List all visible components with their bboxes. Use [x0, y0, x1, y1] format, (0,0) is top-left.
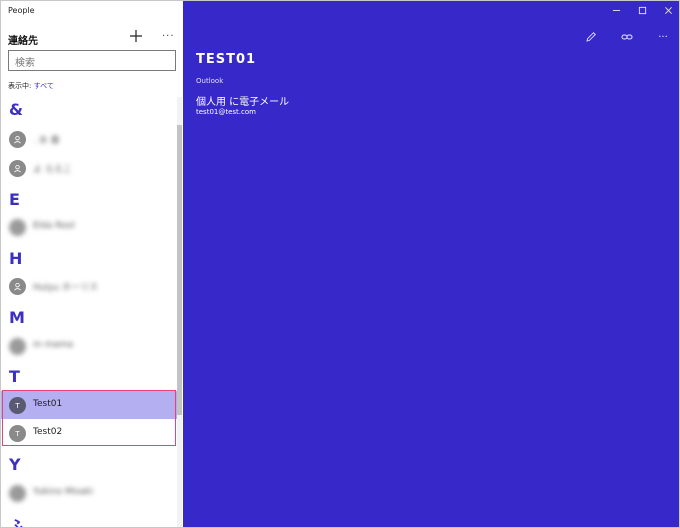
- close-icon[interactable]: [655, 1, 679, 19]
- group-letter-fu[interactable]: ふ: [9, 513, 25, 527]
- filter-link[interactable]: すべて: [34, 82, 54, 90]
- group-letter-m[interactable]: M: [9, 308, 25, 327]
- window-controls: [603, 1, 679, 19]
- contact-list: & . 水 春 よ らえこ E Elda Rool H Hulyu ホーリス M…: [1, 97, 177, 527]
- scrollbar-thumb[interactable]: [177, 125, 182, 415]
- avatar: [9, 338, 26, 355]
- list-item[interactable]: Elda Rool: [1, 213, 177, 241]
- person-icon: [9, 131, 26, 148]
- person-icon: [9, 278, 26, 295]
- scrollbar[interactable]: [177, 97, 182, 527]
- contact-name: Hulyu ホーリス: [33, 283, 98, 293]
- search-input[interactable]: [9, 54, 175, 73]
- maximize-icon[interactable]: [629, 1, 655, 19]
- contacts-pane: People 連絡先 ··· 表示中: すべて & . 水 春: [1, 1, 183, 527]
- people-window: People 連絡先 ··· 表示中: すべて & . 水 春: [0, 0, 680, 528]
- contact-name: Elda Rool: [33, 221, 75, 231]
- email-label: 個人用 に電子メール: [196, 97, 290, 108]
- list-item[interactable]: Yukino Misaki: [1, 479, 177, 507]
- group-letter-t[interactable]: T: [9, 367, 20, 386]
- selection-highlight-box: [2, 390, 176, 446]
- filter-row: 表示中: すべて: [8, 81, 54, 91]
- list-item[interactable]: Hulyu ホーリス: [1, 272, 177, 300]
- email-link[interactable]: test01@test.com: [196, 108, 256, 116]
- detail-toolbar: ···: [573, 29, 679, 45]
- pencil-icon[interactable]: [573, 29, 609, 45]
- group-letter-h[interactable]: H: [9, 249, 22, 268]
- contact-title: TEST01: [196, 52, 257, 67]
- filter-label: 表示中:: [8, 82, 34, 90]
- group-letter-e[interactable]: E: [9, 190, 20, 209]
- contact-detail-pane: ··· TEST01 Outlook 個人用 に電子メール test01@tes…: [183, 1, 679, 527]
- list-item[interactable]: . 水 春: [1, 125, 177, 153]
- contact-name: よ らえこ: [33, 165, 72, 175]
- group-letter-y[interactable]: Y: [9, 455, 21, 474]
- contact-name: . 水 春: [33, 136, 60, 146]
- app-title: People: [8, 6, 35, 15]
- group-letter-amp[interactable]: &: [9, 100, 23, 119]
- avatar: [9, 219, 26, 236]
- pane-title: 連絡先: [8, 36, 38, 47]
- person-icon: [9, 160, 26, 177]
- list-item[interactable]: m mama: [1, 332, 177, 360]
- minimize-icon[interactable]: [603, 1, 629, 19]
- more-icon[interactable]: ···: [162, 31, 175, 42]
- account-source: Outlook: [196, 77, 224, 85]
- more-icon[interactable]: ···: [645, 29, 679, 45]
- avatar: [9, 485, 26, 502]
- link-icon[interactable]: [609, 29, 645, 45]
- contact-name: m mama: [33, 340, 74, 350]
- plus-icon[interactable]: [128, 28, 144, 44]
- search-box[interactable]: [8, 50, 176, 73]
- list-item[interactable]: よ らえこ: [1, 154, 177, 182]
- contact-name: Yukino Misaki: [33, 487, 94, 497]
